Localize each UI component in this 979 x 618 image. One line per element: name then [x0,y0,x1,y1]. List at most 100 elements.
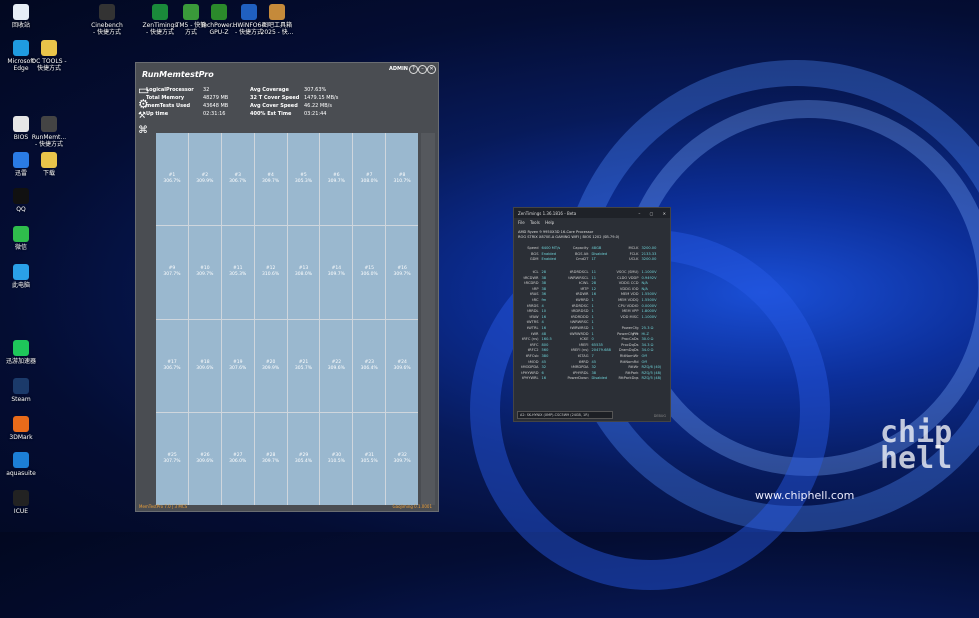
chiphell-logo: chip hell [880,418,952,474]
timing-label: tPHYWRL [521,376,539,381]
desktop-icon-label: 微信 [14,244,27,251]
folder-icon [41,40,57,56]
desktop-icon-qq[interactable]: QQ [2,188,40,213]
desktop-icon-aquasuite[interactable]: aquasuite [2,452,40,477]
thread-cell: #4 309.7% [254,133,287,226]
admin-badge: ADMIN [388,66,408,72]
thread-cell: #7 308.0% [353,133,386,226]
debug-label[interactable]: DEBUG [654,414,666,418]
thread-cell: #16 309.7% [386,226,418,319]
thread-coverage: 309.6% [196,458,214,464]
runmemtestpro-window[interactable]: RunMemtestPro ADMIN ? – ✕ ▭ ⚙ ⚒ ⌘ Logica… [135,62,439,512]
thread-coverage: 306.7% [163,179,181,185]
desktop-icon-icue[interactable]: ICUE [2,490,40,515]
thread-cell: #28 309.7% [254,412,287,505]
thread-coverage: 309.7% [327,179,345,185]
window-controls[interactable]: – ▢ ✕ [638,211,670,216]
stat-value: 03:21:44 [304,111,327,117]
stat-value: 48279 MB [203,95,229,101]
desktop-icon-label: 回收站 [11,22,30,29]
stat-value: 02:31:16 [203,111,226,117]
thread-cell: #15 306.0% [353,226,386,319]
desktop-icon-booster[interactable]: 迅游加速器 [2,340,40,365]
steam-icon [13,378,29,394]
thread-coverage: 305.3% [294,179,313,185]
stat-value: 43648 MB [203,103,229,109]
zt-title: ZenTimings 1.36.1816 - Beta [518,210,577,216]
minimize-button[interactable]: – [418,65,427,74]
recycle-bin-icon [13,4,29,20]
timing-value: Disabled [591,376,608,381]
stat-label: Avg Coverage [250,87,289,93]
thread-coverage: 305.4% [294,458,313,464]
thread-cell: #8 310.7% [386,133,418,226]
thread-coverage: 309.7% [261,458,280,464]
bios-icon [13,116,29,132]
chiphell-watermark: www.chiphell.com [755,489,855,502]
close-button[interactable]: ✕ [427,65,436,74]
thread-coverage: 309.7% [327,272,345,278]
stat-value: 32 [203,87,210,93]
thread-coverage: 306.7% [163,365,181,371]
desktop-icon-label: Steam [11,396,31,403]
desktop-icon-3dmark[interactable]: 3DMark [2,416,40,441]
thread-coverage: 307.7% [163,272,181,278]
thread-cell: #19 307.6% [221,319,254,412]
desktop-icon-label: Cinebench - 快捷方式 [91,22,123,36]
thread-coverage: 309.7% [393,458,411,464]
thread-cell: #17 306.7% [156,319,188,412]
timing-value: RZQ/5 (48) [641,376,662,381]
desktop-icon-cinebench[interactable]: Cinebench - 快捷方式 [88,4,126,36]
desktop-icon-recycle-bin[interactable]: 回收站 [2,4,40,29]
desktop-icon-folder[interactable]: OC TOOLS - 快捷方式 [30,40,68,72]
3dmark-icon [13,416,29,432]
desktop-icon-runmemtest[interactable]: RunMemt... - 快捷方式 [30,116,68,148]
desktop-icon-download-folder[interactable]: 下载 [30,152,68,177]
desktop-icon-wechat[interactable]: 微信 [2,226,40,251]
thread-coverage: 309.6% [393,365,411,371]
thread-cell: #25 307.7% [156,412,188,505]
thread-cell: #6 309.7% [320,133,353,226]
timing-label: Cmd2T [575,257,589,262]
thread-cell: #29 305.4% [287,412,320,505]
thread-cell: #11 305.3% [221,226,254,319]
desktop-icon-this-pc[interactable]: 此电脑 [2,264,40,289]
thread-coverage: 305.7% [294,365,313,371]
desktop-icon-label: QQ [16,206,26,213]
tools-icon[interactable]: ⚒ [138,111,146,121]
thread-cell: #5 305.3% [287,133,320,226]
thread-cell: #2 309.9% [188,133,221,226]
camera-icon[interactable]: ⌘ [138,125,148,136]
zt-titlebar[interactable]: ZenTimings 1.36.1816 - Beta – ▢ ✕ [514,208,670,218]
thread-cell: #10 309.7% [188,226,221,319]
footer-version: MemTestPro 7.0 | 3 MCS [139,504,188,509]
thread-cell: #26 309.6% [188,412,221,505]
thread-cell: #22 309.6% [320,319,353,412]
zentimings-icon [152,4,168,20]
desktop-icon-label: ICUE [13,508,29,515]
stat-label: 400% Est Time [250,111,292,117]
help-button[interactable]: ? [409,65,418,74]
thread-coverage: 309.7% [196,272,214,278]
cinebench-icon [99,4,115,20]
thread-cell: #1 306.7% [156,133,188,226]
zt-menu[interactable]: File Tools Help [518,220,554,225]
zentimings-window[interactable]: ZenTimings 1.36.1816 - Beta – ▢ ✕ File T… [513,207,671,422]
thread-coverage-grid: #1 306.7% #2 309.9% #3 306.7% #4 309.7% #5 305.3%… [156,133,418,505]
desktop-icon-toolbox[interactable]: 图吧工具箱 2025 - 快... [258,4,296,36]
stat-value: 307.63% [304,87,327,93]
dimm-select[interactable]: A2: SK-HYNIX (XMP)-CSC5W9 (24GB, 1R) [517,411,613,419]
zt-summary: Speed 6400 MT/s Capacity 48GB MCLK 3200.00 BGS… [516,246,666,263]
desktop-icon-label: aquasuite [6,470,36,477]
desktop-icon-steam[interactable]: Steam [2,378,40,403]
thread-coverage: 309.9% [196,179,214,185]
footer-author: GaoJiming 0.1.0001 [392,504,432,509]
timing-label: PowerDown [567,376,589,381]
thread-coverage: 308.0% [294,272,313,278]
hwinfo-icon [241,4,257,20]
thread-coverage: 305.3% [229,272,247,278]
thread-cell: #31 305.5% [353,412,386,505]
thread-coverage: 310.5% [327,458,345,464]
scrollbar[interactable] [421,133,435,505]
board-name: ROG STRIX X870E-A GAMING WIFI | BIOS 120… [518,235,620,239]
